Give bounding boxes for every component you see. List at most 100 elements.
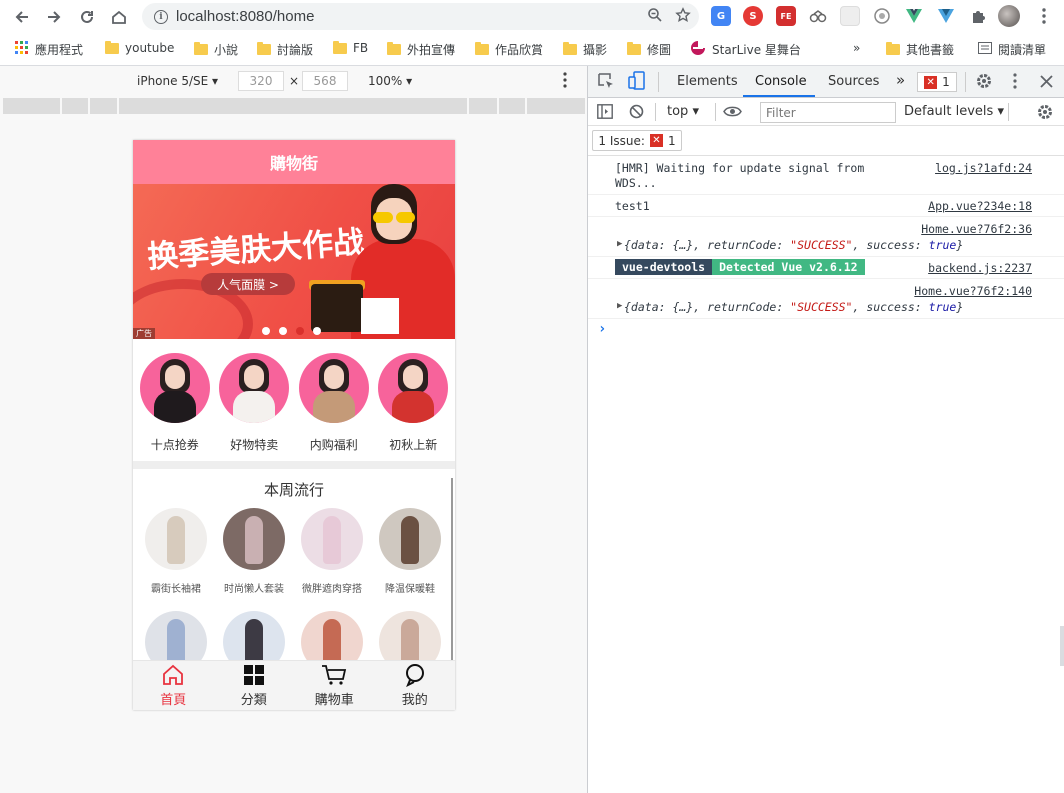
log-object[interactable]: {data: {…}, returnCode: "SUCCESS", succe… [624,300,963,314]
carousel-dot[interactable] [279,327,287,335]
log-object[interactable]: {data: {…}, returnCode: "SUCCESS", succe… [624,238,963,252]
weekly-item[interactable]: 霸街长袖裙 [137,508,215,595]
context-select[interactable]: top ▾ [667,104,699,119]
reload-icon[interactable] [71,1,103,33]
zoom-icon[interactable] [647,7,663,27]
link-extension-icon[interactable] [808,6,828,26]
site-info-icon[interactable]: i [154,9,168,24]
tab-home[interactable]: 首頁 [133,661,214,710]
grid-icon [243,663,265,687]
bookmark-novel[interactable]: 小說 [194,41,238,58]
more-tabs-button[interactable]: » [896,71,905,89]
category-photo [378,353,449,423]
carousel-dot[interactable] [313,327,321,335]
fe-extension-icon[interactable]: FE [776,6,796,26]
category-item[interactable]: 内购福利 [296,353,372,461]
device-select[interactable]: iPhone 5/SE ▾ [137,74,218,88]
clear-console-icon[interactable] [629,104,644,123]
weekly-photo [145,508,207,570]
console-prompt-line[interactable]: › [588,319,1064,343]
expand-triangle-icon[interactable]: ▶ [617,239,622,249]
address-bar[interactable]: i localhost:8080/home [142,3,699,30]
carousel-dot[interactable] [296,327,304,335]
log-source-link[interactable]: Home.vue?76f2:36 [921,222,1032,236]
weekly-item[interactable]: 时尚懒人套装 [215,508,293,595]
category-item[interactable]: 初秋上新 [375,353,451,461]
device-toggle-icon[interactable] [628,71,645,95]
live-expression-eye-icon[interactable] [723,104,742,122]
starlive-logo-icon [690,41,706,58]
weekly-photo [223,508,285,570]
log-source-link[interactable]: Home.vue?76f2:140 [914,284,1032,298]
device-name: iPhone 5/SE [137,74,209,88]
tab-category[interactable]: 分類 [214,661,295,710]
sidebar-toggle-icon[interactable] [597,104,613,123]
folder-icon [627,42,641,55]
weekly-item[interactable]: 微胖遮肉穿搭 [293,508,371,595]
profile-avatar[interactable] [998,5,1020,27]
log-source-link[interactable]: App.vue?234e:18 [928,199,1032,213]
log-source-link[interactable]: backend.js:2237 [928,261,1032,275]
chrome-menu-icon[interactable] [1034,6,1054,26]
log-source-link[interactable]: log.js?1afd:24 [935,161,1032,175]
bookmarks-overflow-glyph: » [853,41,861,55]
category-item[interactable]: 十点抢券 [137,353,213,461]
sunglasses [373,212,415,223]
bookmark-retouch[interactable]: 修圖 [627,41,671,58]
log-levels-select[interactable]: Default levels ▾ [904,104,1004,119]
tab-cart[interactable]: 購物車 [294,661,375,710]
bookmark-shoot-promo[interactable]: 外拍宣傳 [387,41,455,58]
bookmark-photography[interactable]: 攝影 [563,41,607,58]
expand-triangle-icon[interactable]: ▶ [617,301,622,311]
zoom-select[interactable]: 100% ▾ [368,74,412,88]
media-query-ruler[interactable] [3,98,585,114]
settings-gear-icon[interactable] [975,72,993,94]
tab-profile[interactable]: 我的 [375,661,456,710]
device-width-input[interactable]: 320 [238,71,284,91]
bookmark-forum[interactable]: 討論版 [257,41,313,58]
home-icon[interactable] [103,1,135,33]
bookmark-fb[interactable]: FB [333,40,368,55]
tab-label: 購物車 [314,693,354,708]
device-height-input[interactable]: 568 [302,71,348,91]
translate-icon[interactable]: G [711,6,731,26]
weekly-item[interactable]: 降温保暖鞋 [371,508,449,595]
inspect-element-icon[interactable] [598,73,615,94]
tab-console[interactable]: Console [755,74,807,89]
bookmark-starlive[interactable]: StarLive 星舞台 [690,41,801,58]
category-photo [298,353,369,423]
console-filter-input[interactable]: Filter [760,102,896,123]
devtools-menu-icon[interactable] [1013,73,1017,93]
extensions-puzzle-icon[interactable] [968,6,988,26]
blank-extension-icon[interactable] [840,6,860,26]
vue-devtools-icon[interactable] [904,6,924,26]
phone-scrollbar[interactable] [451,478,453,660]
vue-alt-icon[interactable] [936,6,956,26]
back-arrow-icon[interactable] [6,1,38,33]
issues-button[interactable]: 1 Issue: ✕ 1 [592,130,682,151]
bookmark-other[interactable]: 其他書籤 [886,41,954,58]
bookmarks-overflow-button[interactable]: » [853,41,860,55]
error-count-badge[interactable]: ✕ 1 [917,72,957,92]
tab-elements[interactable]: Elements [677,74,738,89]
device-more-icon[interactable] [563,72,567,91]
circle-extension-icon[interactable] [872,6,892,26]
console-settings-gear-icon[interactable] [1036,103,1054,125]
bookmark-star-icon[interactable] [675,7,691,27]
forward-arrow-icon[interactable] [38,1,70,33]
tab-sources[interactable]: Sources [828,74,879,89]
folder-icon [886,42,900,55]
carousel-dot[interactable] [262,327,270,335]
bookmark-apps[interactable]: 應用程式 [15,41,83,58]
category-item[interactable]: 好物特卖 [216,353,292,461]
bookmark-youtube[interactable]: youtube [105,40,174,55]
issue-error-icon: ✕ [649,134,663,147]
promo-banner[interactable]: 换季美肤大作战 人气面膜 > 广告 [133,184,455,339]
s-extension-icon[interactable]: S [743,6,763,26]
console-scrollbar[interactable] [1060,626,1064,666]
close-devtools-icon[interactable] [1040,74,1053,92]
devtools-panel: Elements Console Sources » ✕ 1 top ▾ Fil… [587,66,1064,793]
bookmark-works[interactable]: 作品欣賞 [475,41,543,58]
bookmark-reading-list[interactable]: 閱讀清單 [978,41,1046,58]
banner-cta[interactable]: 人气面膜 > [201,273,295,295]
